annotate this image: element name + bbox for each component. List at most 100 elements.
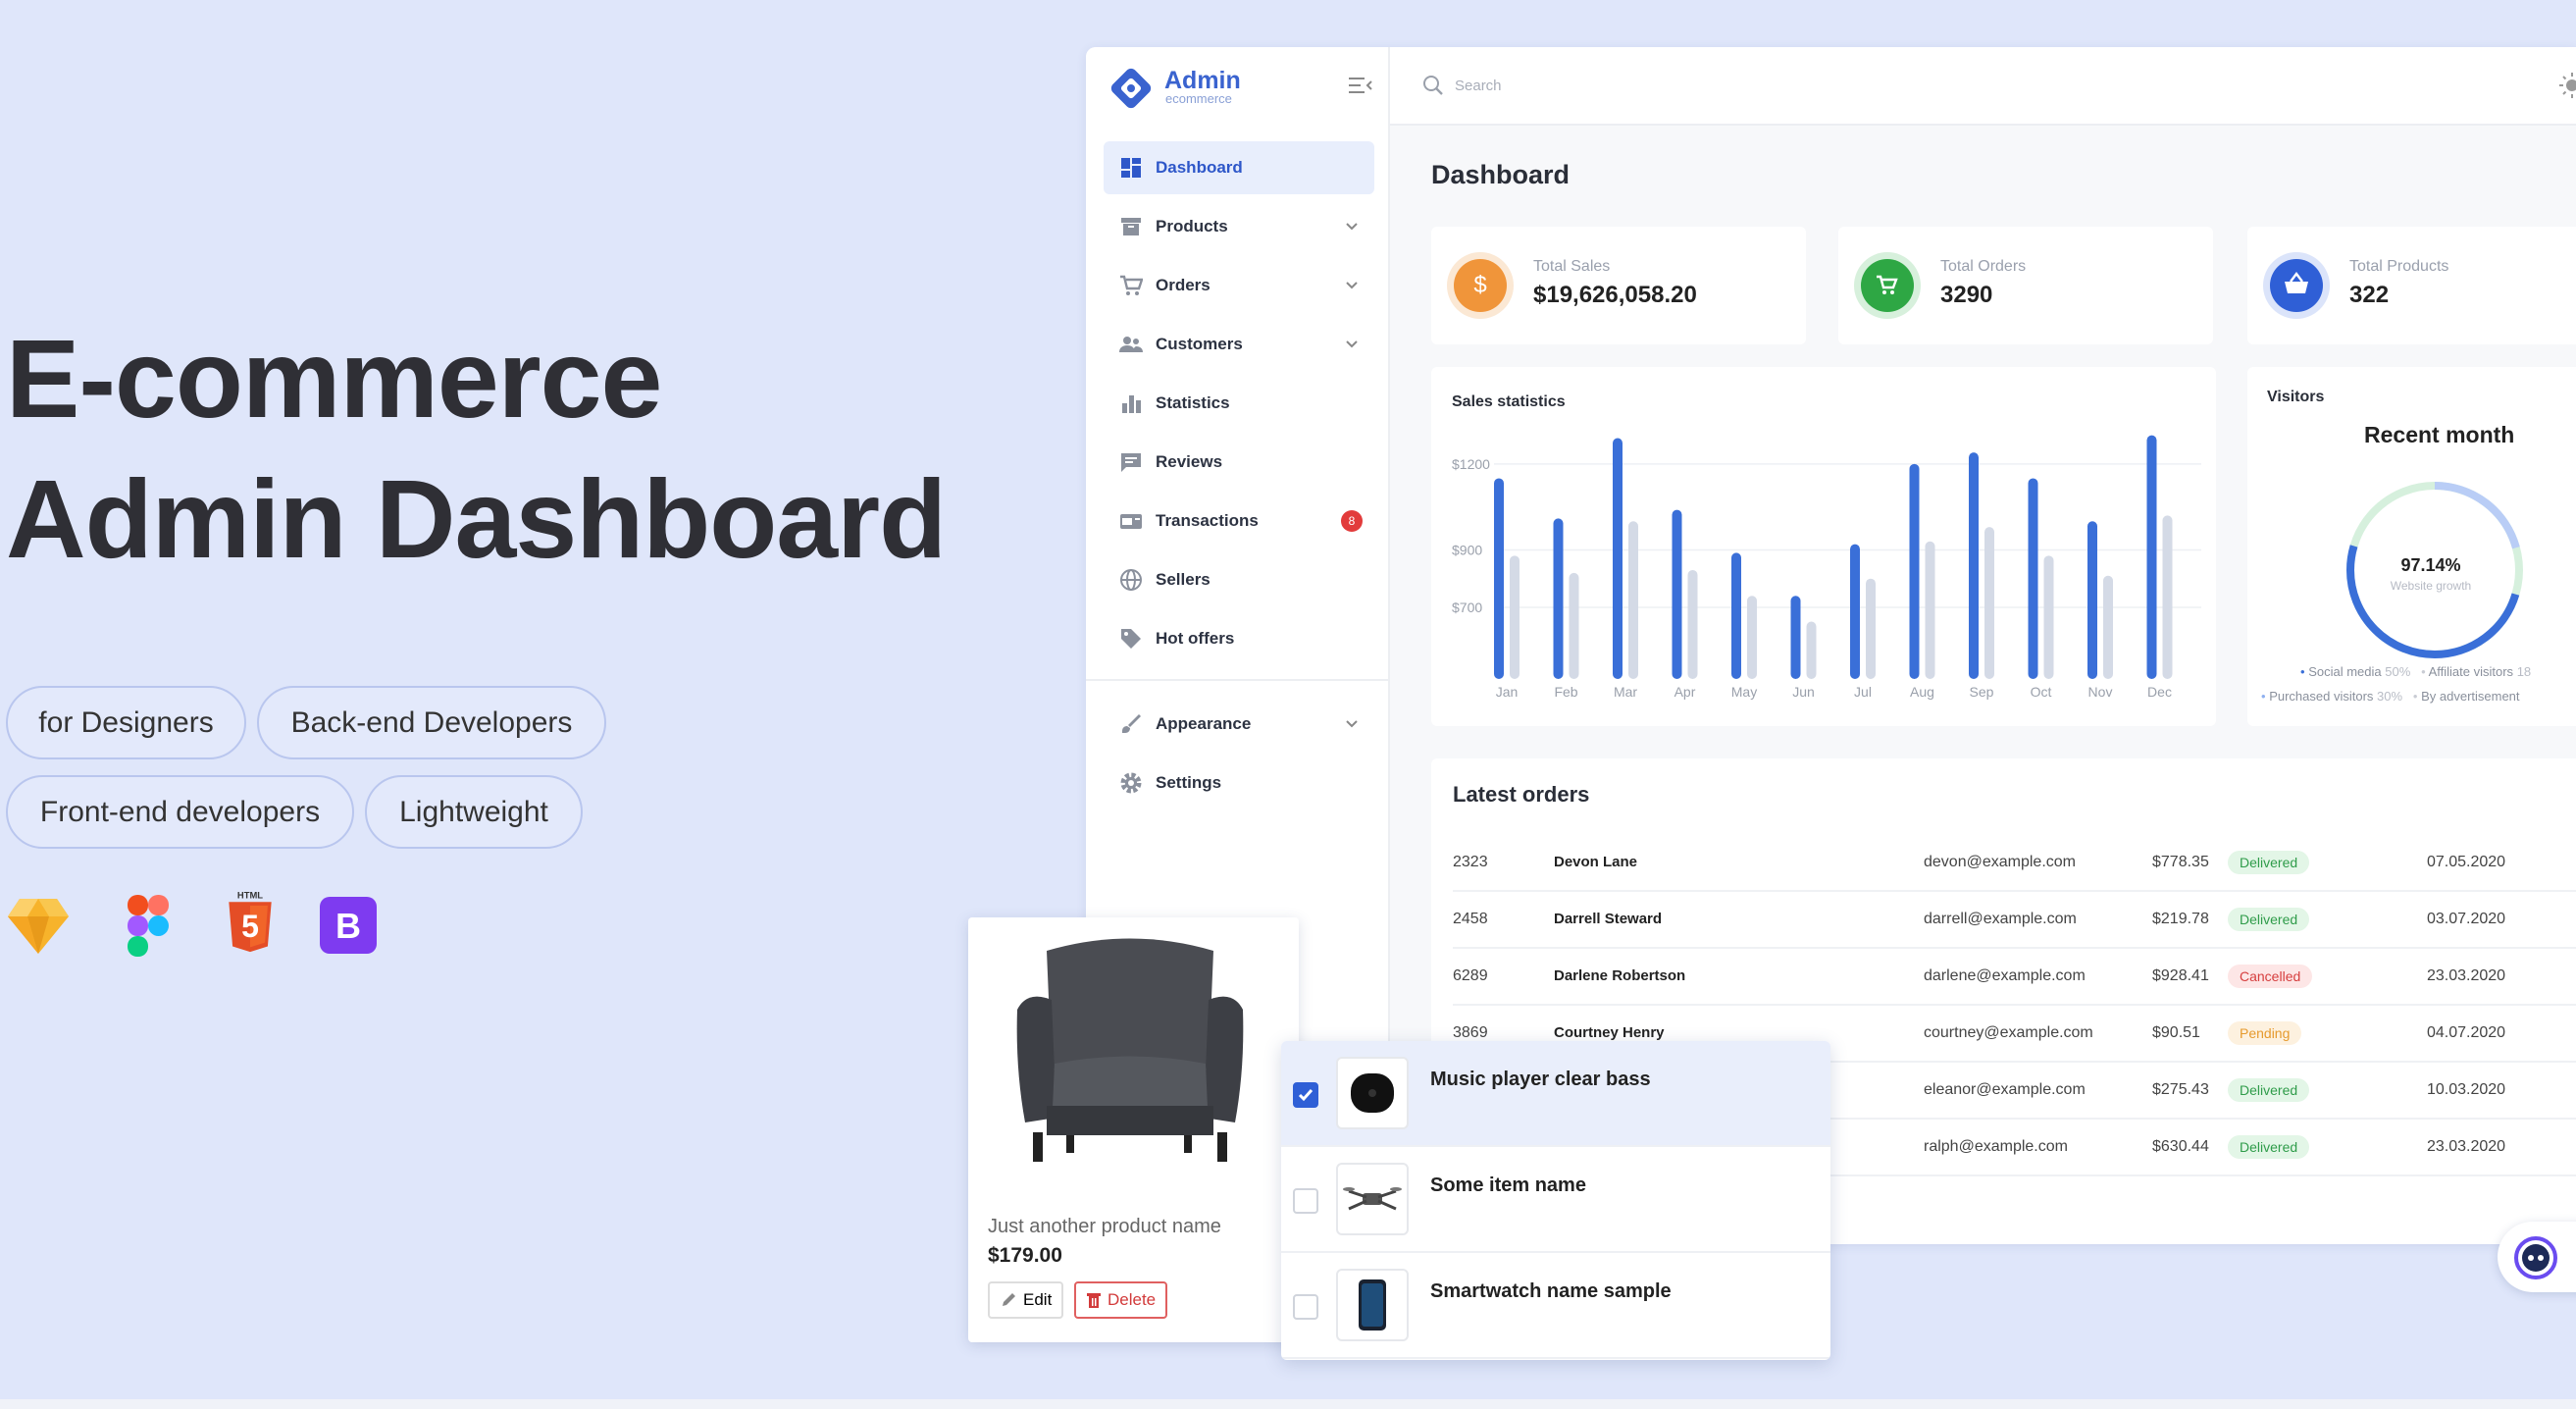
x-tick-label: Aug — [1910, 684, 1934, 700]
sidebar-item-label: Reviews — [1156, 452, 1223, 471]
checkbox[interactable] — [1293, 1082, 1318, 1108]
item-thumbnail — [1336, 1163, 1409, 1235]
order-name: Darlene Robertson — [1554, 967, 1686, 984]
chat-widget-button[interactable] — [2498, 1222, 2576, 1292]
bar-series-2-oct — [2043, 555, 2054, 679]
x-tick-label: Apr — [1674, 684, 1696, 700]
figma-icon — [128, 895, 169, 957]
sidebar-item-transactions[interactable]: Transactions 8 — [1104, 495, 1374, 548]
sidebar-item-orders[interactable]: Orders — [1104, 259, 1374, 312]
checkbox[interactable] — [1293, 1188, 1318, 1214]
sidebar-item-label: Orders — [1156, 276, 1211, 294]
tag-pill: for Designers — [6, 686, 246, 759]
visitors-card: Visitors Recent month 97.14% Website gro… — [2247, 367, 2576, 726]
bar-series-2-sep — [1984, 527, 1994, 679]
order-amount: $928.41 — [2152, 967, 2209, 984]
edit-button[interactable]: Edit — [988, 1281, 1064, 1319]
order-date: 10.03.2020 — [2427, 1081, 2506, 1098]
bar-series-1-oct — [2028, 478, 2038, 679]
product-name: Just another product name — [988, 1216, 1221, 1237]
y-tick-label: $900 — [1452, 543, 1482, 558]
sidebar-item-reviews[interactable]: Reviews — [1104, 436, 1374, 489]
page-title: Dashboard — [1431, 160, 1571, 189]
bar-series-2-jan — [1510, 555, 1520, 679]
x-tick-label: Sep — [1970, 684, 1994, 700]
bar-series-1-may — [1731, 552, 1741, 679]
sidebar-item-products[interactable]: Products — [1104, 200, 1374, 253]
order-amount: $90.51 — [2152, 1024, 2200, 1041]
checkbox[interactable] — [1293, 1294, 1318, 1320]
table-row[interactable]: 2323 Devon Lane devon@example.com $778.35 07… — [1453, 835, 2576, 892]
order-email: devon@example.com — [1924, 854, 2076, 870]
table-row[interactable]: 2458 Darrell Steward darrell@example.com $2… — [1453, 892, 2576, 949]
bar-series-1-aug — [1909, 463, 1920, 679]
sidebar-item-dashboard[interactable]: Dashboard — [1104, 141, 1374, 194]
sidebar-item-statistics[interactable]: Statistics — [1104, 377, 1374, 430]
menu-collapse-icon[interactable] — [1349, 75, 1372, 96]
order-id: 2458 — [1453, 911, 1488, 927]
x-tick-label: Nov — [2088, 684, 2113, 700]
table-row[interactable]: 6289 Darlene Robertson darlene@example.com… — [1453, 949, 2576, 1006]
order-amount: $630.44 — [2152, 1138, 2209, 1155]
sidebar-item-appearance[interactable]: Appearance — [1104, 698, 1374, 751]
people-icon — [1119, 337, 1143, 352]
topbar — [1390, 47, 2576, 126]
stat-icon-ring — [2263, 252, 2330, 319]
drone-icon — [1343, 1187, 1402, 1211]
order-email: darlene@example.com — [1924, 967, 2086, 984]
stat-icon-ring: $ — [1447, 252, 1514, 319]
sidebar-item-settings[interactable]: Settings — [1104, 757, 1374, 809]
cart-icon — [1861, 259, 1914, 312]
stat-card-products: Total Products 322 — [2247, 227, 2576, 344]
visitors-caption: Website growth — [2390, 579, 2472, 593]
tag-pill: Front-end developers — [6, 775, 354, 849]
order-email: courtney@example.com — [1924, 1024, 2093, 1041]
status-badge: Delivered — [2228, 851, 2310, 874]
svg-text:HTML: HTML — [237, 889, 263, 900]
status-badge: Cancelled — [2228, 965, 2313, 988]
bar-series-2-aug — [1925, 541, 1935, 679]
order-date: 23.03.2020 — [2427, 1138, 2506, 1155]
order-date: 07.05.2020 — [2427, 854, 2506, 870]
status-badge: Delivered — [2228, 1078, 2310, 1102]
sidebar-item-customers[interactable]: Customers — [1104, 318, 1374, 371]
bar-series-1-jan — [1494, 478, 1504, 679]
svg-text:5: 5 — [241, 909, 259, 944]
legend-item: • Purchased visitors 30% • By advertisem… — [2261, 689, 2520, 704]
armchair-image — [1016, 938, 1244, 1162]
delete-button[interactable]: Delete — [1074, 1281, 1168, 1319]
bar-series-1-mar — [1613, 438, 1623, 679]
chevron-down-icon — [1346, 282, 1358, 289]
list-item[interactable]: Smartwatch name sample — [1281, 1253, 1830, 1359]
tag-pill: Back-end Developers — [257, 686, 606, 759]
bootstrap-icon: B — [320, 897, 377, 954]
item-thumbnail — [1336, 1269, 1409, 1341]
item-name: Smartwatch name sample — [1430, 1280, 1672, 1302]
sun-icon[interactable] — [2557, 71, 2576, 100]
bar-series-2-apr — [1687, 569, 1698, 679]
check-icon — [1298, 1089, 1314, 1102]
item-name: Some item name — [1430, 1174, 1586, 1196]
comment-icon — [1121, 453, 1141, 472]
list-item[interactable]: Music player clear bass — [1281, 1041, 1830, 1147]
y-tick-label: $700 — [1452, 600, 1482, 615]
list-item[interactable]: Some item name — [1281, 1147, 1830, 1253]
stat-label: Total Sales — [1533, 258, 1611, 275]
notification-badge: 8 — [1341, 510, 1363, 532]
order-date: 23.03.2020 — [2427, 967, 2506, 984]
stat-label: Total Products — [2349, 258, 2449, 275]
item-thumbnail — [1336, 1057, 1409, 1129]
chat-bot-icon — [2514, 1236, 2557, 1279]
svg-text:B: B — [335, 906, 361, 946]
edit-label: Edit — [1023, 1290, 1053, 1309]
html5-icon: HTML 5 — [229, 889, 272, 953]
visitors-subtitle: Recent month — [2364, 422, 2515, 447]
card-icon — [1120, 514, 1142, 529]
sidebar-item-label: Transactions — [1156, 511, 1259, 530]
search-input[interactable] — [1455, 73, 1847, 98]
sidebar-item-sellers[interactable]: Sellers — [1104, 553, 1374, 606]
legend-item: • Social media 50% • Affiliate visitors … — [2300, 664, 2532, 679]
bar-series-2-dec — [2162, 515, 2173, 679]
order-email: darrell@example.com — [1924, 911, 2077, 927]
sidebar-item-hot-offers[interactable]: Hot offers — [1104, 612, 1374, 665]
